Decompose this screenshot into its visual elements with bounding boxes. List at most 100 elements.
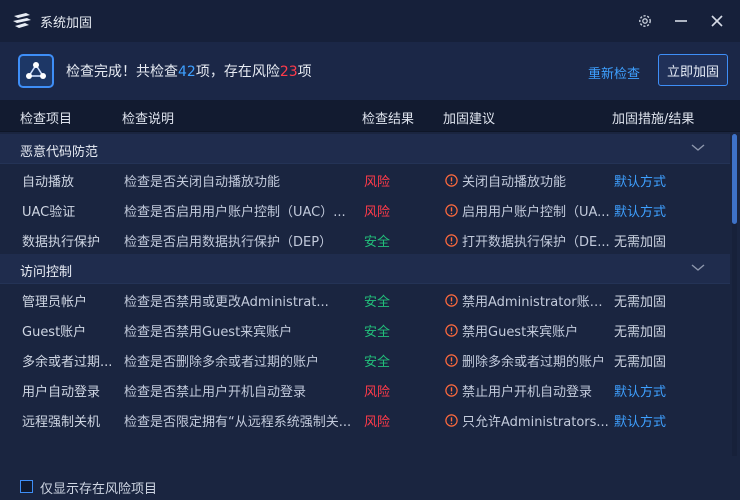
- suggestion: 只允许Administrators...: [445, 411, 610, 430]
- minimize-button[interactable]: [668, 8, 694, 34]
- suggestion: 打开数据执行保护（DE...: [445, 231, 610, 250]
- item-name: UAC验证: [22, 205, 76, 220]
- suggestion-text: 启用用户账户控制（UA...: [462, 205, 610, 220]
- table-row: 管理员帐户 检查是否禁用或更改Administrat... 安全 禁用Admin…: [0, 284, 730, 314]
- item-name: 远程强制关机: [22, 415, 101, 430]
- result-badge: 安全: [364, 325, 391, 340]
- checked-count: 42: [178, 64, 196, 80]
- result-badge: 安全: [364, 235, 391, 250]
- table-header: 检查项目 检查说明 检查结果 加固建议 加固措施/结果: [0, 100, 740, 132]
- result-badge: 风险: [364, 415, 391, 430]
- suggestion-text: 禁用Guest来宾账户: [462, 325, 579, 340]
- suggestion: 禁止用户开机自动登录: [445, 381, 610, 400]
- risk-only-checkbox[interactable]: [20, 480, 33, 493]
- table-row: 多余或者过期... 检查是否删除多余或者过期的账户 安全 删除多余或者过期的账户…: [0, 344, 730, 374]
- footer: 仅显示存在风险项目: [0, 456, 740, 500]
- action-status: 无需加固: [614, 235, 667, 250]
- check-list: 恶意代码防范 自动播放 检查是否关闭自动播放功能 风险 关闭自动播放功能 默认方…: [0, 134, 730, 456]
- suggestion-text: 禁止用户开机自动登录: [462, 385, 593, 400]
- header-suggestion: 加固建议: [443, 112, 496, 127]
- result-badge: 安全: [364, 295, 391, 310]
- summary-text: 检查完成！共检查42项，存在风险23项: [66, 61, 312, 81]
- result-badge: 安全: [364, 355, 391, 370]
- suggestion-text: 禁用Administrator账户...: [462, 295, 610, 310]
- settings-button[interactable]: [632, 8, 658, 34]
- suggestion-text: 删除多余或者过期的账户: [462, 355, 606, 370]
- header-action: 加固措施/结果: [612, 112, 695, 127]
- action-status: 无需加固: [614, 325, 667, 340]
- app-logo-icon: [13, 13, 31, 28]
- warning-icon: [445, 354, 458, 367]
- suggestion-text: 只允许Administrators...: [462, 415, 609, 430]
- risk-only-label[interactable]: 仅显示存在风险项目: [40, 478, 157, 497]
- chevron-down-icon[interactable]: [690, 143, 706, 153]
- table-row: Guest账户 检查是否禁用Guest来宾账户 安全 禁用Guest来宾账户 无…: [0, 314, 730, 344]
- chevron-down-icon[interactable]: [690, 263, 706, 273]
- suggestion-text: 关闭自动播放功能: [462, 175, 567, 190]
- result-badge: 风险: [364, 175, 391, 190]
- item-desc: 检查是否删除多余或者过期的账户: [124, 355, 320, 370]
- suggestion: 禁用Guest来宾账户: [445, 321, 610, 340]
- summary-mid: 项，存在风险: [195, 64, 280, 80]
- warning-icon: [445, 384, 458, 397]
- header-result: 检查结果: [362, 112, 415, 127]
- scrollbar[interactable]: [732, 134, 737, 456]
- group-header[interactable]: 恶意代码防范: [0, 134, 730, 164]
- item-desc: 检查是否限定拥有“从远程系统强制关...: [124, 415, 352, 430]
- item-name: 多余或者过期...: [22, 355, 113, 370]
- item-name: 自动播放: [22, 175, 75, 190]
- group-header[interactable]: 访问控制: [0, 254, 730, 284]
- table-row: 远程强制关机 检查是否限定拥有“从远程系统强制关... 风险 只允许Admini…: [0, 404, 730, 434]
- minimize-icon: [675, 20, 687, 22]
- item-name: 数据执行保护: [22, 235, 101, 250]
- title-bar: 系统加固: [0, 0, 740, 42]
- table-row: 自动播放 检查是否关闭自动播放功能 风险 关闭自动播放功能 默认方式: [0, 164, 730, 194]
- item-name: 用户自动登录: [22, 385, 101, 400]
- table-row: 用户自动登录 检查是否禁止用户开机自动登录 风险 禁止用户开机自动登录 默认方式: [0, 374, 730, 404]
- scrollbar-thumb[interactable]: [732, 134, 737, 224]
- group-title: 访问控制: [20, 265, 73, 280]
- warning-icon: [445, 204, 458, 217]
- result-badge: 风险: [364, 205, 391, 220]
- action-link[interactable]: 默认方式: [614, 201, 694, 220]
- action-link[interactable]: 默认方式: [614, 381, 694, 400]
- action-status: 无需加固: [614, 295, 667, 310]
- suggestion: 删除多余或者过期的账户: [445, 351, 610, 370]
- header-desc: 检查说明: [122, 112, 175, 127]
- close-icon: [711, 15, 723, 27]
- action-link[interactable]: 默认方式: [614, 411, 694, 430]
- close-button[interactable]: [704, 8, 730, 34]
- group-title: 恶意代码防范: [20, 145, 99, 160]
- warning-icon: [445, 234, 458, 247]
- header-item: 检查项目: [20, 112, 73, 127]
- warning-icon: [445, 174, 458, 187]
- warning-icon: [445, 414, 458, 427]
- summary-prefix: 检查完成！共检查: [66, 64, 178, 80]
- suggestion: 启用用户账户控制（UA...: [445, 201, 610, 220]
- summary-bar: 检查完成！共检查42项，存在风险23项 重新检查 立即加固: [0, 42, 740, 100]
- table-row: 数据执行保护 检查是否启用数据执行保护（DEP） 安全 打开数据执行保护（DE.…: [0, 224, 730, 254]
- table-row: UAC验证 检查是否启用用户账户控制（UAC）... 风险 启用用户账户控制（U…: [0, 194, 730, 224]
- item-desc: 检查是否禁止用户开机自动登录: [124, 385, 307, 400]
- suggestion: 关闭自动播放功能: [445, 171, 610, 190]
- result-badge: 风险: [364, 385, 391, 400]
- item-name: 管理员帐户: [22, 295, 88, 310]
- warning-icon: [445, 324, 458, 337]
- suggestion-text: 打开数据执行保护（DE...: [462, 235, 610, 250]
- gear-icon: [639, 15, 651, 27]
- item-desc: 检查是否禁用Guest来宾账户: [124, 325, 293, 340]
- suggestion: 禁用Administrator账户...: [445, 291, 610, 310]
- network-node-icon: [26, 62, 46, 79]
- summary-suffix: 项: [297, 64, 312, 80]
- item-desc: 检查是否启用数据执行保护（DEP）: [124, 235, 333, 250]
- action-link[interactable]: 默认方式: [614, 171, 694, 190]
- action-status: 无需加固: [614, 355, 667, 370]
- item-name: Guest账户: [22, 325, 87, 340]
- harden-now-button[interactable]: 立即加固: [658, 54, 728, 86]
- risk-count: 23: [279, 64, 298, 80]
- recheck-link[interactable]: 重新检查: [588, 63, 640, 82]
- scan-result-icon: [18, 54, 54, 88]
- item-desc: 检查是否关闭自动播放功能: [124, 175, 281, 190]
- item-desc: 检查是否禁用或更改Administrat...: [124, 295, 329, 310]
- window-title: 系统加固: [40, 15, 93, 31]
